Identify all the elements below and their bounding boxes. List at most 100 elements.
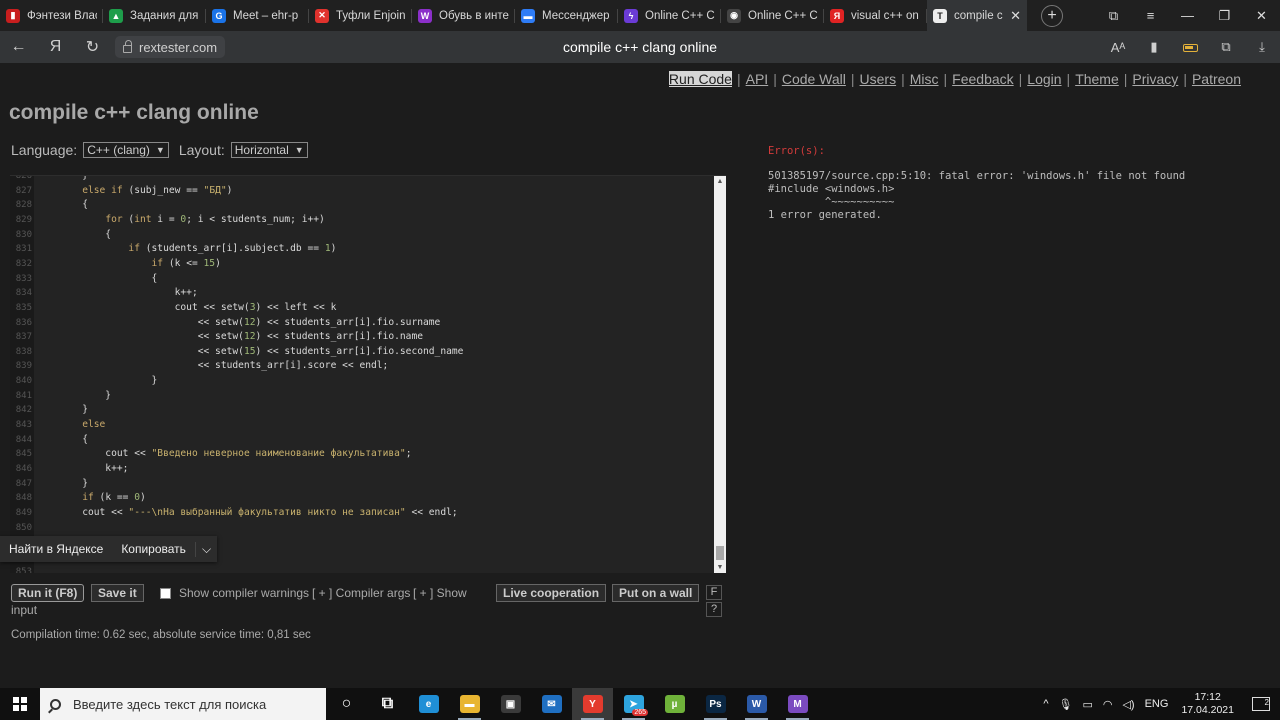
nav-link-patreon[interactable]: Patreon bbox=[1192, 71, 1241, 87]
yandex-icon[interactable]: Я bbox=[37, 38, 74, 56]
nav-link-privacy[interactable]: Privacy bbox=[1132, 71, 1178, 87]
nav-link-users[interactable]: Users bbox=[860, 71, 897, 87]
taskbar-cortana-button[interactable]: ○ bbox=[326, 688, 367, 720]
start-button[interactable] bbox=[0, 688, 40, 720]
copy-button[interactable]: Копировать bbox=[112, 542, 195, 556]
close-tab-icon[interactable]: ✕ bbox=[1006, 8, 1021, 24]
taskbar-yandex-button[interactable]: Y bbox=[572, 688, 613, 720]
nav-link-api[interactable]: API bbox=[746, 71, 769, 87]
nav-link-run-code[interactable]: Run Code bbox=[668, 71, 732, 87]
taskbar-store-button[interactable]: ▣ bbox=[490, 688, 531, 720]
word-icon: W bbox=[746, 695, 767, 713]
taskbar-edge-button[interactable]: e bbox=[408, 688, 449, 720]
scroll-up-icon[interactable]: ▲ bbox=[714, 176, 726, 188]
show-input-toggle[interactable]: [ + ] Show bbox=[413, 586, 467, 600]
browser-tab[interactable]: Яvisual c++ on bbox=[824, 0, 927, 31]
tab-label: Обувь в инте bbox=[439, 9, 509, 22]
taskbar-telegram-button[interactable]: ➤ 265 bbox=[613, 688, 654, 720]
url-text: rextester.com bbox=[139, 39, 218, 55]
browser-tab[interactable]: ▮ Фэнтези Влас bbox=[0, 0, 103, 31]
code-line: 835 cout << setw(3) << left << k bbox=[10, 300, 337, 315]
taskbar-task-view-button[interactable]: ⧉ bbox=[367, 688, 408, 720]
tab-label: visual c++ on bbox=[851, 9, 919, 22]
fullscreen-button[interactable]: F bbox=[706, 585, 722, 600]
tray-chevron-icon[interactable]: ^ bbox=[1038, 698, 1053, 710]
browser-tab-strip: ▮ Фэнтези Влас ▲ Задания для G Meet – ehr-p ✕ Т… bbox=[0, 0, 1280, 31]
code-text: k++; bbox=[36, 463, 129, 474]
notification-center-icon[interactable]: 2 bbox=[1252, 697, 1270, 711]
browser-tab-active[interactable]: Tcompile c ✕ bbox=[927, 0, 1027, 31]
input-label[interactable]: input bbox=[11, 603, 37, 617]
show-warnings-checkbox[interactable] bbox=[160, 588, 171, 599]
code-line: 836 << setw(12) << students_arr[i].fio.s… bbox=[10, 315, 441, 330]
nav-link-feedback[interactable]: Feedback bbox=[952, 71, 1013, 87]
volume-icon[interactable]: ◁) bbox=[1117, 698, 1139, 711]
restore-icon[interactable]: ❐ bbox=[1206, 8, 1243, 24]
tab-favicon-icon: Я bbox=[830, 8, 844, 23]
taskbar-word-button[interactable]: W bbox=[736, 688, 777, 720]
live-cooperation-button[interactable]: Live cooperation bbox=[496, 584, 607, 602]
menu-icon[interactable]: ≡ bbox=[1132, 8, 1169, 23]
new-tab-button[interactable]: + bbox=[1041, 4, 1063, 27]
code-line: 834 k++; bbox=[10, 285, 198, 300]
tab-label: Мессенджер bbox=[542, 9, 610, 22]
reload-button[interactable]: ↻ bbox=[74, 37, 111, 57]
taskbar-utorrent-button[interactable]: µ bbox=[654, 688, 695, 720]
bookmark-icon[interactable]: ▮ bbox=[1136, 39, 1172, 55]
run-button[interactable]: Run it (F8) bbox=[11, 584, 85, 602]
editor-scrollbar[interactable]: ▲ ▼ bbox=[714, 176, 726, 573]
lock-icon bbox=[123, 40, 132, 53]
put-on-wall-button[interactable]: Put on a wall bbox=[612, 584, 700, 602]
help-button[interactable]: ? bbox=[706, 602, 722, 617]
code-line: 842 } bbox=[10, 402, 88, 417]
scroll-down-icon[interactable]: ▼ bbox=[714, 562, 726, 573]
taskbar-photoshop-button[interactable]: Ps bbox=[695, 688, 736, 720]
visual-studio-icon: M bbox=[787, 695, 808, 713]
clock-time: 17:12 bbox=[1194, 691, 1221, 703]
nav-link-misc[interactable]: Misc bbox=[910, 71, 939, 87]
scroll-thumb[interactable] bbox=[716, 546, 724, 560]
selection-context-popup: Найти в Яндексе Копировать ⌵ bbox=[0, 536, 218, 562]
mail-icon: ✉ bbox=[541, 695, 562, 713]
page-content: Run Code | API | Code Wall | Users | Misc | Feedba… bbox=[0, 63, 1280, 688]
battery-saver-icon[interactable] bbox=[1172, 40, 1208, 55]
browser-tab[interactable]: ϟ Online C++ C bbox=[618, 0, 721, 31]
taskbar-search-input[interactable]: Введите здесь текст для поиска bbox=[40, 688, 326, 720]
wifi-icon[interactable]: ◠ bbox=[1098, 698, 1118, 711]
back-button[interactable]: ← bbox=[0, 38, 37, 56]
close-window-icon[interactable]: ✕ bbox=[1243, 8, 1280, 24]
battery-icon[interactable]: ▭ bbox=[1077, 698, 1097, 711]
taskbar-mail-button[interactable]: ✉ bbox=[531, 688, 572, 720]
minimize-icon[interactable]: — bbox=[1169, 8, 1206, 23]
url-field[interactable]: rextester.com bbox=[115, 36, 226, 58]
language-select[interactable]: C++ (clang) ▼ bbox=[83, 142, 169, 158]
nav-link-theme[interactable]: Theme bbox=[1075, 71, 1119, 87]
nav-link-code-wall[interactable]: Code Wall bbox=[782, 71, 846, 87]
code-editor[interactable]: 826 } 827 else if (subj_new == "БД") 828 {… bbox=[10, 175, 726, 573]
nav-separator: | bbox=[773, 71, 777, 87]
taskbar-visual-studio-button[interactable]: M bbox=[777, 688, 818, 720]
nav-separator: | bbox=[1123, 71, 1128, 87]
taskbar-explorer-button[interactable]: ▬ bbox=[449, 688, 490, 720]
compiler-args-toggle[interactable]: [ + ] Compiler args bbox=[312, 586, 410, 600]
browser-tab[interactable]: ◉ Online C++ C bbox=[721, 0, 824, 31]
clock[interactable]: 17:12 17.04.2021 bbox=[1173, 691, 1242, 717]
browser-tab[interactable]: G Meet – ehr-p bbox=[206, 0, 309, 31]
browser-tab[interactable]: W Обувь в инте bbox=[412, 0, 515, 31]
browser-tab[interactable]: ▲ Задания для bbox=[103, 0, 206, 31]
collections-icon[interactable]: ⧉ bbox=[1208, 39, 1244, 55]
nav-link-login[interactable]: Login bbox=[1027, 71, 1061, 87]
browser-tab[interactable]: ✕ Туфли Enjoin bbox=[309, 0, 412, 31]
download-icon[interactable]: ⤓ bbox=[1244, 39, 1280, 55]
layout-select[interactable]: Horizontal ▼ bbox=[230, 142, 308, 158]
browser-tab[interactable]: ▬ Мессенджер bbox=[515, 0, 618, 31]
code-text: else bbox=[82, 419, 106, 431]
more-options-icon[interactable]: ⌵ bbox=[194, 541, 217, 557]
tab-actions-icon[interactable]: ⧉ bbox=[1095, 8, 1132, 24]
reader-mode-icon[interactable]: Aᴬ bbox=[1100, 40, 1136, 55]
language-indicator[interactable]: ENG bbox=[1140, 698, 1174, 710]
find-in-yandex-button[interactable]: Найти в Яндексе bbox=[0, 542, 112, 556]
save-button[interactable]: Save it bbox=[91, 584, 144, 602]
window-controls: ⧉ ≡ — ❐ ✕ bbox=[1095, 0, 1280, 31]
microphone-icon[interactable]: 🎙 bbox=[1053, 698, 1077, 711]
